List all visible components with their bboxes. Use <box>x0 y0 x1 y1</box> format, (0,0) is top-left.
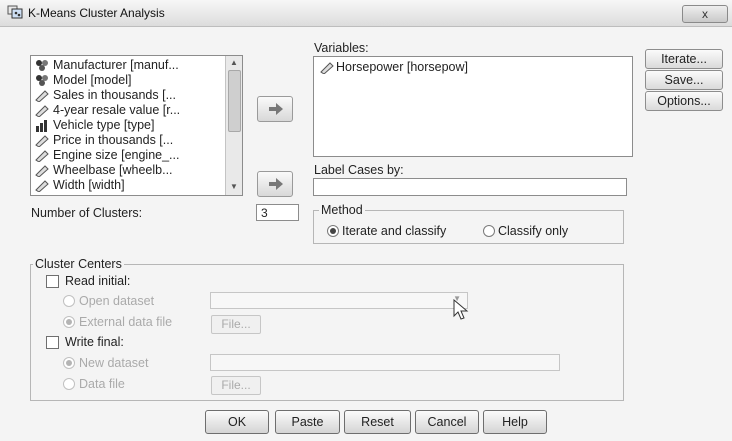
move-to-label-cases-button[interactable] <box>257 171 293 197</box>
scale-ruler-icon <box>35 135 49 147</box>
list-item[interactable]: Vehicle type [type] <box>31 118 242 133</box>
scrollbar-thumb[interactable] <box>228 70 241 132</box>
cancel-button[interactable]: Cancel <box>415 410 479 434</box>
nominal-icon <box>36 60 48 71</box>
open-dataset-dropdown[interactable]: ▼ <box>210 292 468 309</box>
data-file-label: Data file <box>79 377 125 391</box>
external-data-file-radio[interactable] <box>63 316 75 328</box>
external-file-button[interactable]: File... <box>211 315 261 334</box>
cluster-centers-legend: Cluster Centers <box>33 257 124 271</box>
scroll-down-icon[interactable]: ▼ <box>229 183 239 191</box>
list-item-label: 4-year resale value [r... <box>53 103 181 117</box>
scroll-up-icon[interactable]: ▲ <box>229 59 239 67</box>
source-variable-list[interactable]: Manufacturer [manuf... Model [model] Sal… <box>30 55 243 196</box>
nominal-icon <box>36 75 48 86</box>
scale-ruler-icon <box>35 180 49 192</box>
classify-only-radio[interactable] <box>483 225 495 237</box>
label-cases-label: Label Cases by: <box>314 163 404 177</box>
variables-list[interactable]: Horsepower [horsepow] <box>313 56 633 157</box>
read-initial-label: Read initial: <box>65 274 131 288</box>
help-button[interactable]: Help <box>483 410 547 434</box>
options-button[interactable]: Options... <box>645 91 723 111</box>
number-of-clusters-label: Number of Clusters: <box>31 206 143 220</box>
paste-button[interactable]: Paste <box>275 410 340 434</box>
list-item[interactable]: Price in thousands [... <box>31 133 242 148</box>
list-item[interactable]: Width [width] <box>31 178 242 193</box>
source-list-scrollbar[interactable]: ▲ ▼ <box>225 56 242 195</box>
move-to-variables-button[interactable] <box>257 96 293 122</box>
iterate-and-classify-radio[interactable] <box>327 225 339 237</box>
open-dataset-radio[interactable] <box>63 295 75 307</box>
label-cases-field[interactable] <box>313 178 627 196</box>
iterate-and-classify-label: Iterate and classify <box>342 224 447 238</box>
list-item-label: Price in thousands [... <box>53 133 174 147</box>
list-item-label: Width [width] <box>53 178 125 192</box>
arrow-right-icon <box>269 103 283 115</box>
scale-ruler-icon <box>35 90 49 102</box>
read-initial-checkbox[interactable] <box>46 275 59 288</box>
dialog-title: K-Means Cluster Analysis <box>28 6 165 20</box>
list-item[interactable]: Manufacturer [manuf... <box>31 58 242 73</box>
iterate-button[interactable]: Iterate... <box>645 49 723 69</box>
close-icon: x <box>702 7 708 21</box>
ordinal-bars-icon <box>36 120 47 132</box>
write-final-checkbox[interactable] <box>46 336 59 349</box>
list-item-label: Model [model] <box>53 73 132 87</box>
ok-button[interactable]: OK <box>205 410 269 434</box>
close-button[interactable]: x <box>682 5 728 23</box>
list-item-label: Manufacturer [manuf... <box>53 58 179 72</box>
dialog-app-icon <box>7 5 23 19</box>
list-item[interactable]: Horsepower [horsepow] <box>314 60 632 75</box>
reset-button[interactable]: Reset <box>344 410 411 434</box>
classify-only-label: Classify only <box>498 224 569 238</box>
list-item[interactable]: Model [model] <box>31 73 242 88</box>
external-data-file-label: External data file <box>79 315 173 329</box>
list-item[interactable]: 4-year resale value [r... <box>31 103 242 118</box>
title-bar: K-Means Cluster Analysis x <box>0 0 732 27</box>
write-final-label: Write final: <box>65 335 124 349</box>
kmeans-dialog: K-Means Cluster Analysis x Manufacturer … <box>0 0 732 441</box>
scale-ruler-icon <box>35 165 49 177</box>
method-legend: Method <box>319 203 365 217</box>
list-item-label: Engine size [engine_... <box>53 148 180 162</box>
new-dataset-field[interactable] <box>210 354 560 371</box>
list-item-label: Horsepower [horsepow] <box>336 60 469 74</box>
list-item-label: Sales in thousands [... <box>53 88 176 102</box>
scale-ruler-icon <box>35 150 49 162</box>
arrow-right-icon <box>269 178 283 190</box>
list-item[interactable]: Engine size [engine_... <box>31 148 242 163</box>
new-dataset-label: New dataset <box>79 356 149 370</box>
scale-ruler-icon <box>35 105 49 117</box>
list-item[interactable]: Wheelbase [wheelb... <box>31 163 242 178</box>
mouse-cursor-icon <box>453 299 469 320</box>
data-file-radio[interactable] <box>63 378 75 390</box>
save-button[interactable]: Save... <box>645 70 723 90</box>
new-dataset-radio[interactable] <box>63 357 75 369</box>
list-item-label: Vehicle type [type] <box>53 118 155 132</box>
scale-ruler-icon <box>320 62 334 74</box>
number-of-clusters-field[interactable]: 3 <box>256 204 299 221</box>
open-dataset-label: Open dataset <box>79 294 155 308</box>
list-item-label: Wheelbase [wheelb... <box>53 163 173 177</box>
variables-label: Variables: <box>314 41 369 55</box>
data-file-button[interactable]: File... <box>211 376 261 395</box>
list-item[interactable]: Sales in thousands [... <box>31 88 242 103</box>
